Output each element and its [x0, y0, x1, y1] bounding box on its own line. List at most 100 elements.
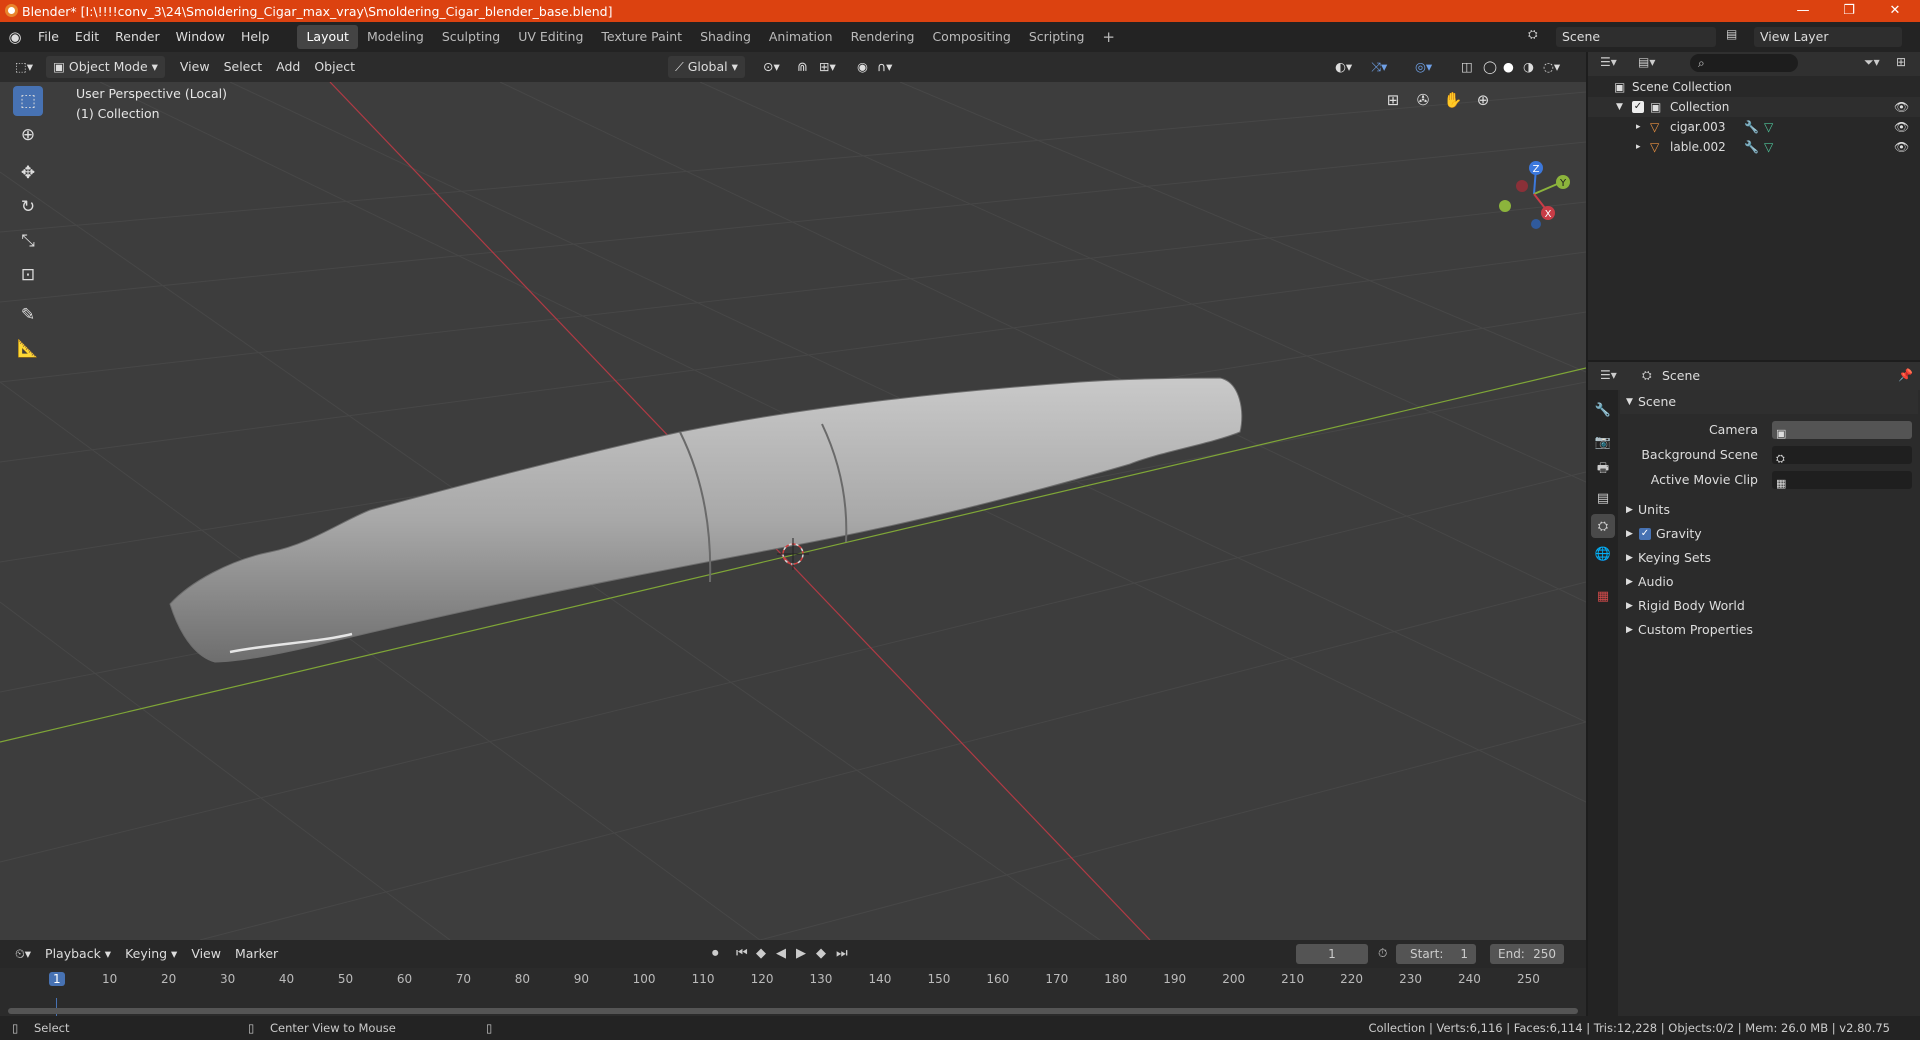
cursor-tool-icon[interactable]: ⊕	[13, 120, 43, 150]
tab-scripting[interactable]: Scripting	[1020, 25, 1094, 49]
properties-editor-type-icon[interactable]: ☰▾	[1600, 368, 1617, 382]
move-tool-icon[interactable]: ✥	[13, 158, 43, 188]
panel-expand-icon[interactable]: ▶	[1626, 618, 1633, 642]
active-movie-clip-field[interactable]: ▦	[1772, 471, 1912, 490]
tab-animation[interactable]: Animation	[760, 25, 842, 49]
output-tab-icon[interactable]: 🖶	[1591, 458, 1615, 482]
tab-texture-paint[interactable]: Texture Paint	[592, 25, 691, 49]
3d-viewport[interactable]: Z Y X	[0, 82, 1586, 940]
snap-icon[interactable]: ⋒	[790, 56, 814, 78]
rotate-tool-icon[interactable]: ↻	[13, 192, 43, 222]
tab-sculpting[interactable]: Sculpting	[433, 25, 509, 49]
tab-modeling[interactable]: Modeling	[358, 25, 433, 49]
timeline[interactable]: 1 10 20 30 40 50 60 70 80 90 100 110 120 130 140 150 160…	[0, 968, 1586, 1016]
tab-shading[interactable]: Shading	[691, 25, 760, 49]
custom-properties-panel[interactable]: ▶ Custom Properties	[1620, 618, 1918, 642]
annotate-tool-icon[interactable]: ✎	[13, 300, 43, 330]
cigar-model[interactable]	[169, 377, 1243, 663]
transform-tool-icon[interactable]: ⊡	[13, 260, 43, 290]
eye-icon[interactable]: 👁	[1894, 97, 1909, 117]
audio-panel[interactable]: ▶ Audio	[1620, 570, 1918, 594]
current-frame-field[interactable]: 1	[1296, 944, 1368, 964]
mesh-data-icon[interactable]: ▽	[1764, 137, 1773, 157]
gizmo-neg-x[interactable]	[1516, 180, 1528, 192]
rendered-shading-icon[interactable]: ◌▾	[1536, 56, 1567, 78]
prev-keyframe-icon[interactable]: ◆	[756, 946, 766, 961]
editor-type-icon[interactable]: ⬚▾	[8, 56, 40, 78]
marker-menu[interactable]: Marker	[228, 943, 285, 965]
close-button[interactable]: ✕	[1872, 0, 1918, 22]
timeline-editor-type-icon[interactable]: ⏲▾	[8, 943, 38, 965]
camera-field[interactable]: ▣	[1772, 421, 1912, 440]
gravity-panel[interactable]: ▶ ✓ Gravity	[1620, 522, 1918, 546]
panel-expand-icon[interactable]: ▶	[1626, 546, 1633, 570]
camera-icon[interactable]: ✇	[1410, 87, 1436, 113]
gizmo-neg-y[interactable]	[1499, 200, 1511, 212]
collection-checkbox[interactable]: ✓	[1632, 101, 1644, 113]
expand-arrow-icon[interactable]: ▸	[1636, 137, 1641, 157]
record-icon[interactable]: ⏺	[712, 946, 719, 961]
zoom-icon[interactable]: ⊕	[1470, 87, 1496, 113]
navigation-gizmo[interactable]: Z Y X	[1499, 161, 1570, 229]
scene-name-field[interactable]: Scene	[1556, 27, 1716, 47]
menu-window[interactable]: Window	[168, 25, 233, 49]
outliner-editor-type-icon[interactable]: ☰▾	[1600, 55, 1617, 69]
visibility-icon[interactable]: ◐▾	[1328, 56, 1359, 78]
menu-view[interactable]: View	[173, 56, 217, 78]
maximize-button[interactable]: ❐	[1826, 0, 1872, 22]
texture-tab-icon[interactable]: ▦	[1591, 584, 1615, 608]
panel-collapse-icon[interactable]: ▼	[1626, 390, 1633, 414]
minimize-button[interactable]: —	[1780, 0, 1826, 22]
view-layer-field[interactable]: View Layer	[1754, 27, 1902, 47]
start-frame-field[interactable]: Start: 1	[1396, 944, 1476, 964]
overlay-toggle-icon[interactable]: ◎▾	[1408, 56, 1439, 78]
render-tab-icon[interactable]: 📷	[1591, 430, 1615, 454]
new-collection-icon[interactable]: ⊞	[1896, 55, 1906, 69]
panel-expand-icon[interactable]: ▶	[1626, 594, 1633, 618]
tab-layout[interactable]: Layout	[297, 25, 358, 49]
next-keyframe-icon[interactable]: ◆	[816, 946, 826, 961]
filter-icon[interactable]: ⏷▾	[1864, 55, 1880, 70]
rigid-body-world-panel[interactable]: ▶ Rigid Body World	[1620, 594, 1918, 618]
menu-add[interactable]: Add	[269, 56, 307, 78]
tool-tab-icon[interactable]: 🔧	[1591, 398, 1615, 422]
orientation-dropdown[interactable]: ⟋ Global ▾	[668, 56, 745, 78]
pan-hand-icon[interactable]: ✋	[1440, 87, 1466, 113]
keying-sets-panel[interactable]: ▶ Keying Sets	[1620, 546, 1918, 570]
clock-icon[interactable]: ⏱	[1378, 946, 1387, 961]
pivot-icon[interactable]: ⊙▾	[756, 56, 787, 78]
panel-expand-icon[interactable]: ▶	[1626, 522, 1633, 546]
keying-menu[interactable]: Keying ▾	[118, 943, 184, 965]
menu-render[interactable]: Render	[107, 25, 168, 49]
gravity-checkbox[interactable]: ✓	[1639, 528, 1651, 540]
timeline-view-menu[interactable]: View	[184, 943, 228, 965]
outliner-row-cigar[interactable]: ▸ ▽ cigar.003 🔧 ▽ 👁	[1588, 117, 1920, 137]
eye-icon[interactable]: 👁	[1894, 117, 1909, 137]
timeline-scrollbar[interactable]	[8, 1008, 1578, 1014]
scene-selector-icon[interactable]: ⛭	[1528, 27, 1538, 42]
play-icon[interactable]: ▶	[796, 946, 806, 961]
view-layer-tab-icon[interactable]: ▤	[1591, 486, 1615, 510]
expand-arrow-icon[interactable]: ▸	[1636, 117, 1641, 137]
measure-tool-icon[interactable]: 📐	[13, 334, 43, 364]
modifier-icon[interactable]: 🔧	[1744, 137, 1759, 157]
world-tab-icon[interactable]: 🌐	[1591, 542, 1615, 566]
snap-target-icon[interactable]: ⊞▾	[812, 56, 843, 78]
menu-select[interactable]: Select	[217, 56, 270, 78]
outliner-row-lable[interactable]: ▸ ▽ lable.002 🔧 ▽ 👁	[1588, 137, 1920, 157]
tab-rendering[interactable]: Rendering	[842, 25, 924, 49]
background-scene-field[interactable]: ⛭	[1772, 446, 1912, 465]
blender-menu-icon[interactable]: ◉	[0, 28, 30, 46]
outliner-row-scene-collection[interactable]: ▣ Scene Collection	[1588, 77, 1920, 97]
display-mode-icon[interactable]: ▤▾	[1638, 55, 1655, 69]
end-frame-field[interactable]: End: 250	[1490, 944, 1564, 964]
outliner-search-input[interactable]: ⌕	[1690, 54, 1798, 72]
select-box-tool-icon[interactable]: ⬚	[13, 86, 43, 116]
gizmo-toggle-icon[interactable]: ⤨▾	[1364, 56, 1394, 78]
tab-uv-editing[interactable]: UV Editing	[509, 25, 592, 49]
add-workspace-icon[interactable]: +	[1093, 25, 1124, 49]
modifier-icon[interactable]: 🔧	[1744, 117, 1759, 137]
gizmo-neg-z[interactable]	[1531, 219, 1541, 229]
scene-tab-icon[interactable]: ⛭	[1591, 514, 1615, 538]
scene-panel-header[interactable]: ▼ Scene	[1620, 390, 1918, 414]
